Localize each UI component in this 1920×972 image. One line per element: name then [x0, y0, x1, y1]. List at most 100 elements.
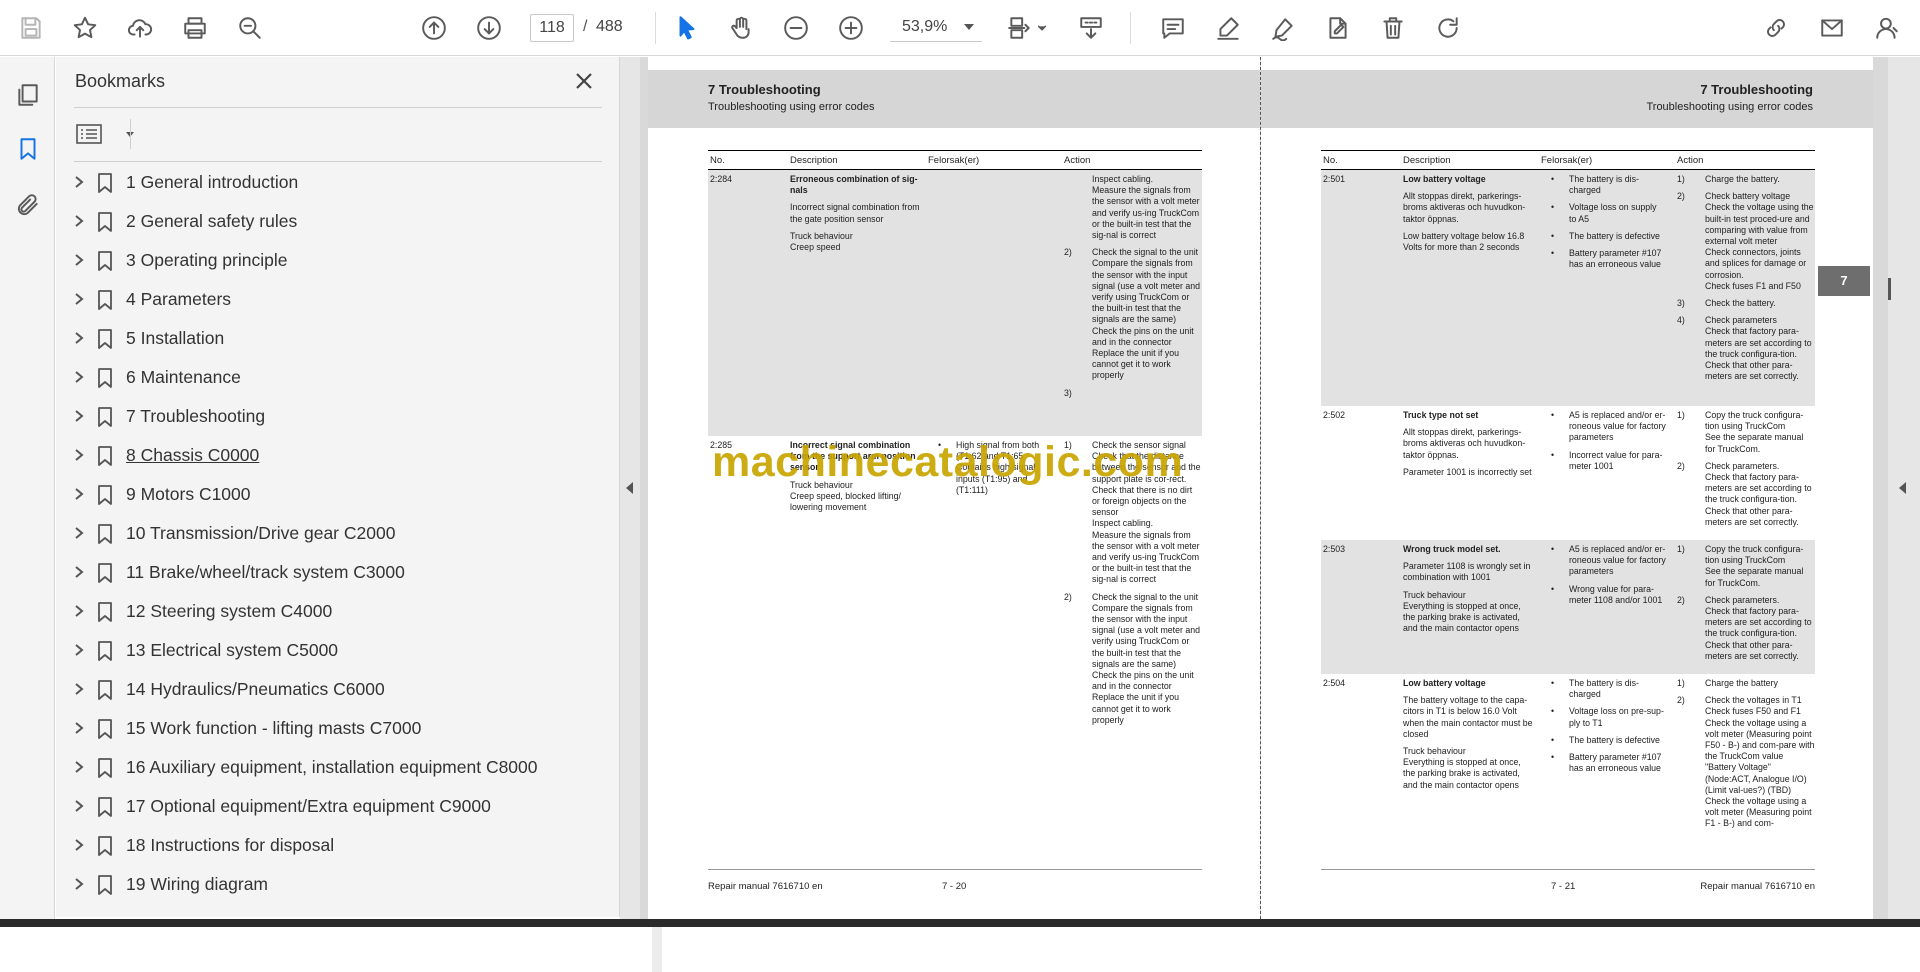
upload-cloud-icon[interactable]: [121, 9, 159, 47]
close-icon[interactable]: [572, 69, 596, 93]
document-scrollbar-thumb[interactable]: [1888, 278, 1891, 300]
bookmark-item[interactable]: 10 Transmission/Drive gear C2000: [56, 518, 586, 548]
next-page-icon[interactable]: [470, 9, 508, 47]
account-icon[interactable]: [1868, 9, 1906, 47]
attachments-paperclip-icon[interactable]: [9, 186, 47, 224]
chapter-title: 7 Troubleshooting: [708, 82, 821, 97]
chevron-right-icon[interactable]: [72, 838, 86, 852]
document-page-left: 7 Troubleshooting Troubleshooting using …: [648, 57, 1260, 919]
chevron-right-icon[interactable]: [72, 253, 86, 267]
bookmark-item[interactable]: 12 Steering system C4000: [56, 596, 586, 626]
panel-divider: [130, 119, 131, 149]
column-header-action: Action: [1677, 155, 1704, 166]
bookmark-item[interactable]: 17 Optional equipment/Extra equipment C9…: [56, 791, 586, 821]
chevron-right-icon[interactable]: [72, 526, 86, 540]
bookmark-item[interactable]: 18 Instructions for disposal: [56, 830, 586, 860]
collapse-left-panel-button[interactable]: [620, 57, 640, 919]
bookmark-label: 10 Transmission/Drive gear C2000: [126, 523, 396, 543]
bookmark-label: 18 Instructions for disposal: [126, 835, 335, 855]
star-bookmark-icon[interactable]: [66, 9, 104, 47]
bookmark-item[interactable]: 9 Motors C1000: [56, 479, 586, 509]
expand-right-panel-button[interactable]: [1888, 57, 1920, 919]
chevron-right-icon[interactable]: [72, 409, 86, 423]
sign-pen-icon[interactable]: [1264, 9, 1302, 47]
footer-rule: [1321, 869, 1815, 870]
email-icon[interactable]: [1813, 9, 1851, 47]
bookmark-item[interactable]: 5 Installation: [56, 323, 586, 353]
bookmark-icon: [96, 406, 114, 428]
column-header-felorsak: Felorsak(er): [928, 155, 980, 166]
chevron-right-icon[interactable]: [72, 214, 86, 228]
chevron-right-icon[interactable]: [72, 292, 86, 306]
description-text: The battery voltage to the capa-citors i…: [1403, 695, 1533, 739]
bookmark-label: 16 Auxiliary equipment, installation equ…: [126, 757, 538, 777]
description-title: Low battery voltage: [1403, 678, 1486, 688]
print-icon[interactable]: [176, 9, 214, 47]
panel-divider: [74, 161, 602, 162]
bookmark-item[interactable]: 14 Hydraulics/Pneumatics C6000: [56, 674, 586, 704]
bookmark-item[interactable]: 19 Wiring diagram: [56, 869, 586, 899]
bookmark-item[interactable]: 6 Maintenance: [56, 362, 586, 392]
bookmark-item[interactable]: 15 Work function - lifting masts C7000: [56, 713, 586, 743]
bookmark-item[interactable]: 3 Operating principle: [56, 245, 586, 275]
bookmark-options-button[interactable]: [76, 119, 134, 149]
bookmark-item[interactable]: 7 Troubleshooting: [56, 401, 586, 431]
action-step: 4) Check parameters Check that factory pa…: [1677, 315, 1812, 382]
toolbar-divider: [1130, 12, 1131, 44]
chevron-right-icon[interactable]: [72, 448, 86, 462]
page-thumbnails-icon[interactable]: [9, 76, 47, 114]
delete-trash-icon[interactable]: [1374, 9, 1412, 47]
chevron-right-icon[interactable]: [72, 565, 86, 579]
chevron-right-icon[interactable]: [72, 175, 86, 189]
zoom-out-icon[interactable]: [777, 9, 815, 47]
chevron-right-icon[interactable]: [72, 643, 86, 657]
chevron-right-icon[interactable]: [72, 760, 86, 774]
page-number-input[interactable]: 118: [530, 14, 574, 42]
action-step: 2) Check the signal to the unit Compare t…: [1064, 247, 1201, 381]
chevron-right-icon[interactable]: [72, 799, 86, 813]
bookmark-item[interactable]: 11 Brake/wheel/track system C3000: [56, 557, 586, 587]
chevron-right-icon[interactable]: [72, 877, 86, 891]
bookmark-icon: [96, 796, 114, 818]
scroll-mode-icon[interactable]: [1072, 9, 1110, 47]
rotate-redo-icon[interactable]: [1429, 9, 1467, 47]
share-link-icon[interactable]: [1757, 9, 1795, 47]
comment-icon[interactable]: [1154, 9, 1192, 47]
action-step: 1) Charge the battery.: [1677, 174, 1780, 184]
bookmark-item[interactable]: 2 General safety rules: [56, 206, 586, 236]
bookmark-item[interactable]: 8 Chassis C0000: [56, 440, 586, 470]
chevron-right-icon[interactable]: [72, 604, 86, 618]
bookmark-item[interactable]: 4 Parameters: [56, 284, 586, 314]
edit-document-icon[interactable]: [1319, 9, 1357, 47]
save-icon[interactable]: [12, 9, 50, 47]
hand-tool-icon[interactable]: [722, 9, 760, 47]
footer-rule: [708, 869, 1202, 870]
bookmarks-icon[interactable]: [9, 130, 47, 168]
select-pointer-icon[interactable]: [668, 9, 706, 47]
description-text: Truck behaviour Everything is stopped at…: [1403, 746, 1521, 790]
page-header: 7 Troubleshooting Troubleshooting using …: [1261, 70, 1873, 128]
bookmark-icon: [96, 679, 114, 701]
chevron-left-icon: [1899, 482, 1906, 494]
previous-page-icon[interactable]: [415, 9, 453, 47]
description-cell: Wrong truck model set. Parameter 1108 is …: [1403, 544, 1533, 640]
bookmarks-panel-title: Bookmarks: [75, 71, 166, 91]
zoom-in-icon[interactable]: [832, 9, 870, 47]
chevron-right-icon[interactable]: [72, 331, 86, 345]
chevron-right-icon[interactable]: [72, 487, 86, 501]
chevron-right-icon[interactable]: [72, 721, 86, 735]
bookmark-label: 3 Operating principle: [126, 250, 288, 270]
highlight-pen-icon[interactable]: [1209, 9, 1247, 47]
description-text: Low battery voltage below 16.8 Volts for…: [1403, 230, 1525, 253]
bookmark-item[interactable]: 1 General introduction: [56, 167, 586, 197]
zoom-dropdown-caret-icon[interactable]: [964, 24, 974, 30]
page-display-caret-icon[interactable]: [1034, 9, 1050, 47]
chevron-right-icon[interactable]: [72, 682, 86, 696]
footer-manual-id: Repair manual 7616710 en: [1700, 881, 1815, 892]
bookmark-item[interactable]: 16 Auxiliary equipment, installation equ…: [56, 752, 586, 782]
bookmark-label: 9 Motors C1000: [126, 484, 251, 504]
bookmarks-panel: Bookmarks 1 General introduction 2 Genera…: [56, 57, 662, 972]
bookmark-item[interactable]: 13 Electrical system C5000: [56, 635, 586, 665]
chevron-right-icon[interactable]: [72, 370, 86, 384]
zoom-search-icon[interactable]: [231, 9, 269, 47]
